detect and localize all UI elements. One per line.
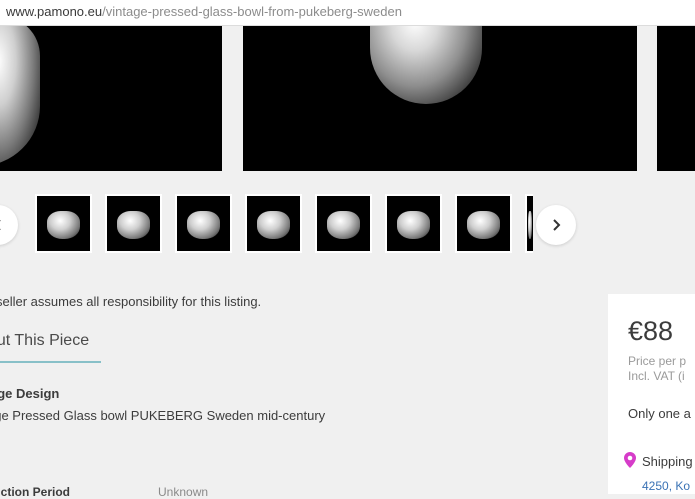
thumbnail[interactable]: [315, 194, 372, 253]
thumbnail-partial[interactable]: [525, 194, 533, 253]
thumbnail[interactable]: [245, 194, 302, 253]
gallery-next-button[interactable]: [536, 205, 576, 245]
design-label: age Design: [0, 386, 60, 401]
product-photo-3[interactable]: [657, 26, 695, 171]
thumbnail-image: [527, 196, 533, 251]
tab-about-this-piece[interactable]: out This Piece: [0, 332, 89, 350]
glass-bowl-image: [0, 26, 40, 166]
thumbnail-image: [317, 196, 370, 251]
browser-address-bar[interactable]: www.pamono.eu/vintage-pressed-glass-bowl…: [0, 0, 695, 26]
seller-disclaimer: seller assumes all responsibility for th…: [0, 294, 262, 309]
url-text[interactable]: www.pamono.eu/vintage-pressed-glass-bowl…: [6, 4, 402, 19]
chevron-left-icon: [0, 220, 1, 230]
url-path: /vintage-pressed-glass-bowl-from-pukeber…: [102, 4, 402, 19]
glass-bowl-image: [370, 26, 482, 104]
product-photo-main[interactable]: [243, 26, 637, 171]
thumbnail[interactable]: [105, 194, 162, 253]
thumbnail-image: [107, 196, 160, 251]
url-domain: www.pamono.eu: [6, 4, 103, 19]
production-period-label: duction Period: [0, 485, 70, 499]
thumbnail-image: [37, 196, 90, 251]
production-period-value: Unknown: [158, 485, 209, 499]
thumbnail-strip: [0, 194, 695, 254]
gallery-prev-button[interactable]: [0, 205, 18, 245]
availability-note: Only one a: [628, 406, 691, 421]
shipping-label: Shipping: [642, 454, 693, 469]
shipping-address-link[interactable]: 4250, Ko: [642, 479, 690, 493]
thumbnail-image: [247, 196, 300, 251]
price: €88: [628, 316, 674, 346]
thumbnail[interactable]: [385, 194, 442, 253]
active-tab-underline: [0, 361, 101, 363]
location-pin-icon: [624, 452, 636, 468]
chevron-right-icon: [553, 219, 561, 231]
product-photo-1[interactable]: [0, 26, 222, 171]
price-per-unit: Price per p: [628, 354, 687, 368]
thumbnail-image: [457, 196, 510, 251]
thumbnail[interactable]: [175, 194, 232, 253]
thumbnail[interactable]: [35, 194, 92, 253]
design-description: age Pressed Glass bowl PUKEBERG Sweden m…: [0, 408, 326, 423]
thumbnail-image: [177, 196, 230, 251]
thumbnail-image: [387, 196, 440, 251]
thumbnail[interactable]: [455, 194, 512, 253]
purchase-panel: €88 Price per p Incl. VAT (i Only one a …: [608, 294, 695, 494]
vat-note: Incl. VAT (i: [628, 369, 685, 383]
